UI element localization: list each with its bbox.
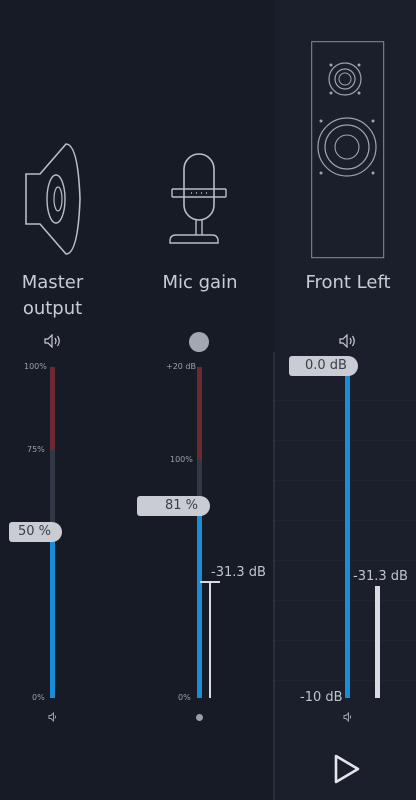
master-meter-level bbox=[50, 532, 55, 698]
master-meter-track[interactable] bbox=[50, 450, 55, 532]
channel-divider bbox=[273, 352, 275, 800]
speaker-low-icon[interactable] bbox=[343, 712, 353, 722]
scale-bottom-label: 0% bbox=[178, 693, 191, 702]
mic-peak-label: -31.3 dB bbox=[211, 565, 266, 580]
master-volume-handle[interactable]: 50 % bbox=[9, 522, 62, 542]
scale-mid-label: 75% bbox=[27, 445, 45, 454]
mic-gain-handle[interactable]: 81 % bbox=[137, 496, 210, 516]
front-left-volume-handle[interactable]: 0.0 dB bbox=[289, 356, 358, 376]
front-left-peak-label: -31.3 dB bbox=[353, 569, 408, 584]
speaker-volume-icon[interactable] bbox=[44, 334, 62, 348]
play-icon[interactable] bbox=[333, 753, 361, 785]
master-output-label: Master output bbox=[5, 270, 100, 322]
speaker-low-icon[interactable] bbox=[48, 712, 58, 722]
scale-bottom-label: 0% bbox=[32, 693, 45, 702]
front-left-label: Front Left bbox=[305, 272, 391, 293]
record-dot-icon[interactable] bbox=[189, 332, 209, 352]
master-output-label-line1: Master bbox=[21, 272, 84, 293]
speaker-volume-icon[interactable] bbox=[339, 334, 357, 348]
mic-meter-red-zone bbox=[197, 367, 202, 460]
speaker-cabinet-icon bbox=[311, 41, 385, 259]
master-meter-red-zone bbox=[50, 367, 55, 450]
mic-peak-cap bbox=[200, 581, 220, 583]
speaker-icon bbox=[18, 138, 84, 260]
microphone-icon bbox=[166, 153, 232, 247]
front-left-peak-level-bar bbox=[375, 586, 380, 698]
mic-gain-label: Mic gain bbox=[162, 272, 238, 293]
mic-peak-level-bar bbox=[209, 582, 211, 698]
front-left-bottom-label: -10 dB bbox=[300, 690, 343, 705]
scale-top-label: 100% bbox=[24, 362, 47, 371]
mic-meter-level bbox=[197, 508, 202, 698]
master-output-label-line2: output bbox=[22, 298, 83, 319]
scale-top-label: +20 dB bbox=[166, 362, 196, 371]
front-left-meter-level[interactable] bbox=[345, 367, 350, 698]
dot-icon[interactable] bbox=[196, 714, 203, 721]
scale-mid-label: 100% bbox=[170, 455, 193, 464]
